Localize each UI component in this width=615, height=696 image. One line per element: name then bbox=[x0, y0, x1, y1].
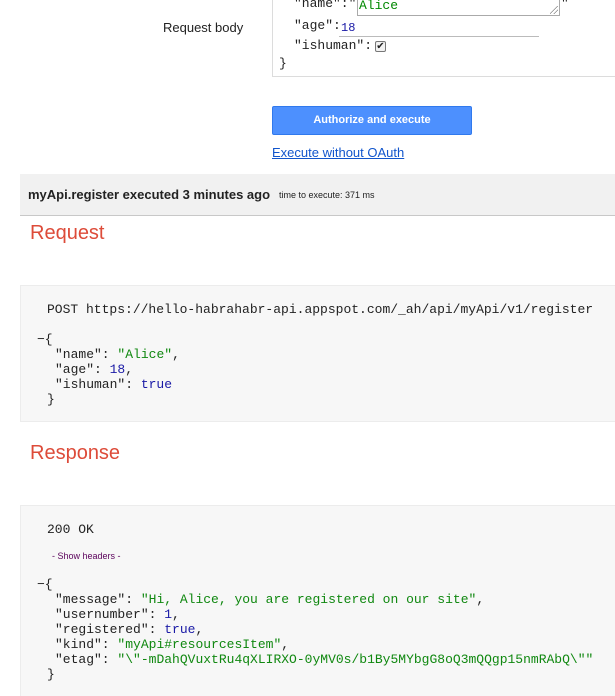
show-headers-toggle[interactable]: - Show headers - bbox=[52, 551, 121, 561]
response-message-value: Hi, Alice, you are registered on our sit… bbox=[148, 592, 469, 607]
execution-time: time to execute: 371 ms bbox=[279, 190, 375, 200]
response-usernumber-line: "usernumber": 1, bbox=[55, 607, 180, 622]
request-panel: POST https://hello-habrahabr-api.appspot… bbox=[20, 285, 615, 422]
checkmark-icon: ✔ bbox=[376, 41, 385, 52]
request-collapse-toggle[interactable]: −{ bbox=[37, 332, 53, 347]
age-key: "age": bbox=[294, 18, 341, 33]
request-ishuman-line: "ishuman": true bbox=[55, 377, 173, 392]
response-message-line: "message": "Hi, Alice, you are registere… bbox=[55, 592, 485, 607]
name-input-value: Alice bbox=[359, 0, 399, 13]
response-etag-value: \"-mDahQVuxtRu4qXLIRXO-0yMV0s/b1By5MYbgG… bbox=[125, 652, 586, 667]
request-method-url: POST https://hello-habrahabr-api.appspot… bbox=[47, 302, 594, 317]
name-key: "name":" bbox=[294, 0, 357, 11]
resize-grip-icon[interactable] bbox=[550, 6, 558, 14]
response-usernumber-value: 1 bbox=[164, 607, 173, 622]
show-headers-label: - Show headers - bbox=[52, 551, 121, 561]
response-kind-line: "kind": "myApi#resourcesItem", bbox=[55, 637, 290, 652]
request-age-line: "age": 18, bbox=[55, 362, 134, 377]
name-trailing-quote: " bbox=[561, 0, 569, 11]
response-status: 200 OK bbox=[47, 522, 94, 537]
response-collapse-toggle[interactable]: −{ bbox=[37, 577, 53, 592]
response-kind-value: myApi#resourcesItem bbox=[125, 637, 274, 652]
request-age-value: 18 bbox=[109, 362, 126, 377]
response-registered-line: "registered": true, bbox=[55, 622, 204, 637]
form-close-brace: } bbox=[279, 56, 287, 71]
ishuman-checkbox[interactable]: ✔ bbox=[375, 41, 386, 52]
name-input[interactable]: Alice bbox=[357, 0, 560, 16]
execution-title: myApi.register executed 3 minutes ago bbox=[28, 187, 271, 202]
execute-without-oauth-link[interactable]: Execute without OAuth bbox=[272, 145, 404, 160]
response-panel: 200 OK - Show headers - −{ "message": "H… bbox=[20, 505, 615, 696]
response-close-brace: } bbox=[47, 667, 55, 682]
execution-header: myApi.register executed 3 minutes ago ti… bbox=[20, 174, 615, 216]
authorize-execute-button[interactable]: Authorize and execute bbox=[272, 106, 472, 135]
request-close-brace: } bbox=[47, 392, 55, 407]
age-input[interactable]: 18 bbox=[339, 20, 539, 37]
request-body-label: Request body bbox=[163, 20, 244, 35]
request-name-value: Alice bbox=[125, 347, 165, 362]
response-registered-value: true bbox=[164, 622, 196, 637]
request-name-line: "name": "Alice", bbox=[55, 347, 180, 362]
request-section-title: Request bbox=[30, 222, 105, 244]
response-etag-line: "etag": "\"-mDahQVuxtRu4qXLIRXO-0yMV0s/b… bbox=[55, 652, 594, 667]
request-ishuman-value: true bbox=[140, 377, 173, 392]
ishuman-key: "ishuman": bbox=[294, 38, 373, 53]
response-section-title: Response bbox=[30, 442, 121, 464]
